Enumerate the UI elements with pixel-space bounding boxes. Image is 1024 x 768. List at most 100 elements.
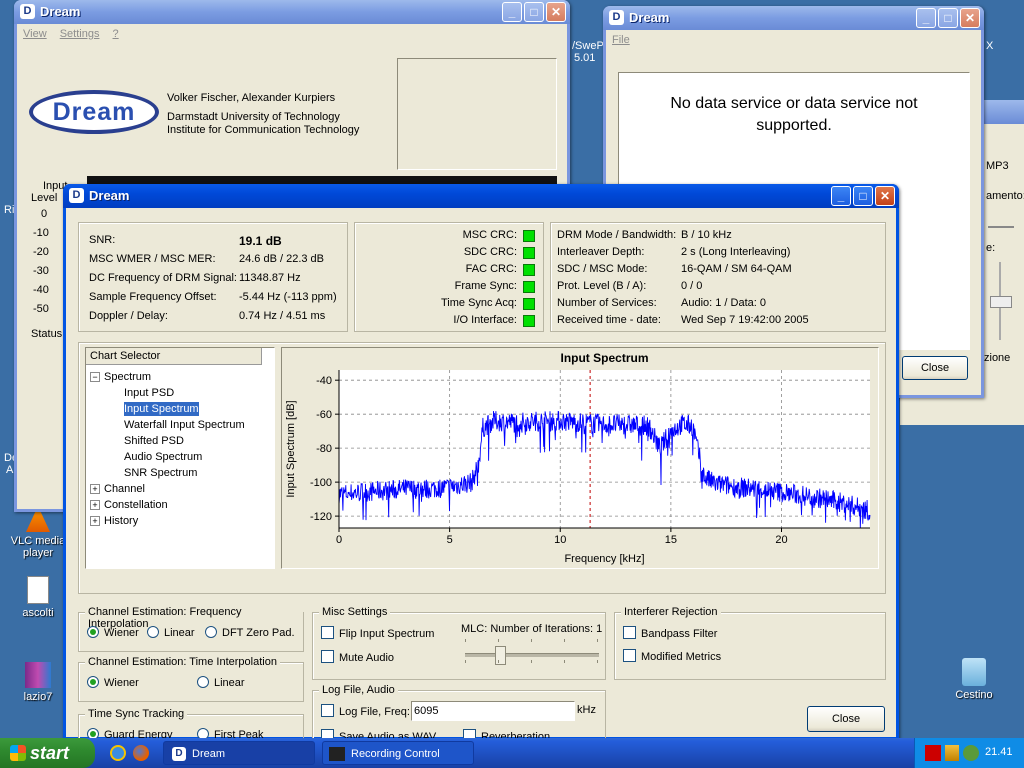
menu-file[interactable]: File	[612, 34, 630, 46]
desktop-icon-label: Cestino	[955, 689, 993, 701]
radio-indicator	[87, 676, 99, 688]
close-button[interactable]: Close	[902, 356, 968, 380]
taskbar-button-label: Recording Control	[351, 748, 440, 760]
tree-item[interactable]: − Spectrum	[90, 370, 151, 384]
tree-item-label: Waterfall Input Spectrum	[124, 419, 245, 431]
y-tick-label: -40	[316, 375, 332, 387]
x-tick-label: 15	[665, 534, 677, 546]
credit-institute: Institute for Communication Technology	[167, 124, 360, 136]
menu-view[interactable]: View	[23, 28, 47, 40]
minimize-button[interactable]: _	[831, 186, 851, 206]
tree-item[interactable]: + History	[90, 514, 138, 528]
log-file-title: Log File, Audio	[319, 684, 398, 696]
receiver-stats-panel: SNR: 19.1 dB MSC WMER / MSC MER: 24.6 dB…	[78, 222, 348, 332]
minimize-button[interactable]: _	[916, 8, 936, 28]
time-sync-title: Time Sync Tracking	[85, 708, 188, 720]
mute-audio-checkbox[interactable]: Mute Audio	[321, 650, 394, 664]
balance-slider[interactable]	[988, 210, 1014, 228]
desktop-partial-text: e:	[986, 242, 996, 254]
start-button[interactable]: start	[0, 738, 95, 768]
dream-app-icon: D	[172, 747, 186, 761]
tree-item[interactable]: + Constellation	[90, 498, 168, 512]
main-dream-window: D Dream _ □ ✕ SNR: 19.1 dB MSC WMER / MS…	[63, 184, 899, 754]
msc-crc-led	[523, 230, 535, 242]
maximize-button[interactable]: □	[938, 8, 958, 28]
desktop-icon-lazio7[interactable]: lazio7	[6, 662, 70, 703]
x-tick-label: 5	[447, 534, 453, 546]
minimize-button[interactable]: _	[502, 2, 522, 22]
volume-slider-thumb[interactable]	[990, 296, 1012, 308]
stat-value-sample-offset: -5.44 Hz (-113 ppm)	[239, 291, 337, 303]
time-interp-group: Channel Estimation: Time Interpolation W…	[78, 656, 304, 702]
close-window-button[interactable]: ✕	[546, 2, 566, 22]
maximize-button[interactable]: □	[853, 186, 873, 206]
checkbox-box	[321, 650, 334, 663]
tree-item[interactable]: Shifted PSD	[124, 434, 184, 448]
x-axis-label: Frequency [kHz]	[564, 553, 644, 565]
crc-label-frame-sync: Frame Sync:	[454, 280, 517, 292]
chart-selector-tree[interactable]: Chart Selector − Spectrum Input PSD Input S…	[85, 347, 275, 569]
input-spectrum-chart: Input Spectrum 0 5 10 15 20 -40 -60 -80 -100 -120 F…	[281, 347, 879, 569]
freq-interp-wiener-radio[interactable]: Wiener	[87, 626, 139, 639]
log-frequency-input[interactable]: 6095	[411, 701, 575, 721]
chart-selector-header[interactable]: Chart Selector	[86, 348, 262, 365]
tree-item[interactable]: + Channel	[90, 482, 145, 496]
log-file-checkbox[interactable]: Log File, Freq:	[321, 704, 410, 718]
document-icon	[27, 576, 49, 604]
interferer-rejection-group: Interferer Rejection Bandpass Filter Mod…	[614, 606, 886, 680]
stat-label-snr: SNR:	[89, 234, 116, 246]
tray-update-icon[interactable]	[963, 745, 979, 761]
radio-label: Wiener	[104, 677, 139, 689]
tree-item[interactable]: Input PSD	[124, 386, 174, 400]
level-tick: -40	[33, 284, 49, 296]
logo-text: Dream	[52, 98, 136, 126]
firefox-icon[interactable]	[133, 745, 149, 761]
stat-value-dc-freq: 11348.87 Hz	[239, 272, 301, 284]
internet-explorer-icon[interactable]	[110, 745, 126, 761]
info-value-interleaver: 2 s (Long Interleaving)	[681, 246, 791, 258]
level-tick: -20	[33, 246, 49, 258]
zonealarm-icon[interactable]	[925, 745, 941, 761]
window-title: Dream	[89, 188, 130, 203]
info-label-services: Number of Services:	[557, 297, 657, 309]
tree-item[interactable]: SNR Spectrum	[124, 466, 197, 480]
expand-icon[interactable]: +	[90, 516, 100, 526]
tray-network-icon[interactable]	[945, 745, 959, 761]
close-window-button[interactable]: ✕	[875, 186, 895, 206]
expand-icon[interactable]: +	[90, 500, 100, 510]
freq-interp-group: Channel Estimation: Frequency Interpolat…	[78, 606, 304, 652]
flip-input-spectrum-checkbox[interactable]: Flip Input Spectrum	[321, 626, 434, 640]
desktop-icon-recycle-bin[interactable]: Cestino	[942, 658, 1006, 701]
taskbar-button-dream[interactable]: D Dream	[163, 741, 315, 765]
close-window-button[interactable]: ✕	[960, 8, 980, 28]
modified-metrics-checkbox[interactable]: Modified Metrics	[623, 649, 721, 663]
bandpass-filter-checkbox[interactable]: Bandpass Filter	[623, 626, 717, 640]
checkbox-label: Bandpass Filter	[641, 628, 718, 640]
mlc-iterations-label: MLC: Number of Iterations: 1	[461, 623, 603, 635]
status-label: Status	[31, 328, 63, 340]
tree-item[interactable]: Waterfall Input Spectrum	[124, 418, 245, 432]
desktop-icon-vlc[interactable]: VLC media player	[6, 506, 70, 559]
tree-item-label: SNR Spectrum	[124, 467, 198, 479]
tree-item-label: Spectrum	[104, 371, 152, 383]
close-button[interactable]: Close	[807, 706, 885, 732]
collapse-icon[interactable]: −	[90, 372, 100, 382]
stat-label-mer: MSC WMER / MSC MER:	[89, 253, 216, 265]
freq-interp-linear-radio[interactable]: Linear	[147, 626, 195, 639]
time-interp-wiener-radio[interactable]: Wiener	[87, 676, 139, 689]
expand-icon[interactable]: +	[90, 484, 100, 494]
taskbar-button-label: Dream	[192, 748, 226, 760]
freq-interp-dft-radio[interactable]: DFT Zero Pad.	[205, 626, 295, 639]
maximize-button[interactable]: □	[524, 2, 544, 22]
taskbar-button-recording-control[interactable]: Recording Control	[322, 741, 474, 765]
time-interp-linear-radio[interactable]: Linear	[197, 676, 245, 689]
tree-item[interactable]: Audio Spectrum	[124, 450, 202, 464]
menu-settings[interactable]: Settings	[60, 28, 100, 40]
tree-item[interactable]: Input Spectrum	[123, 401, 200, 417]
menu-help[interactable]: ?	[113, 28, 119, 40]
desktop-partial-text: X	[986, 40, 994, 52]
info-label-received-time: Received time - date:	[557, 314, 661, 326]
y-tick-label: -60	[316, 409, 332, 421]
menu-bar: View Settings ?	[17, 24, 567, 44]
desktop-icon-ascolti[interactable]: ascolti	[6, 576, 70, 619]
